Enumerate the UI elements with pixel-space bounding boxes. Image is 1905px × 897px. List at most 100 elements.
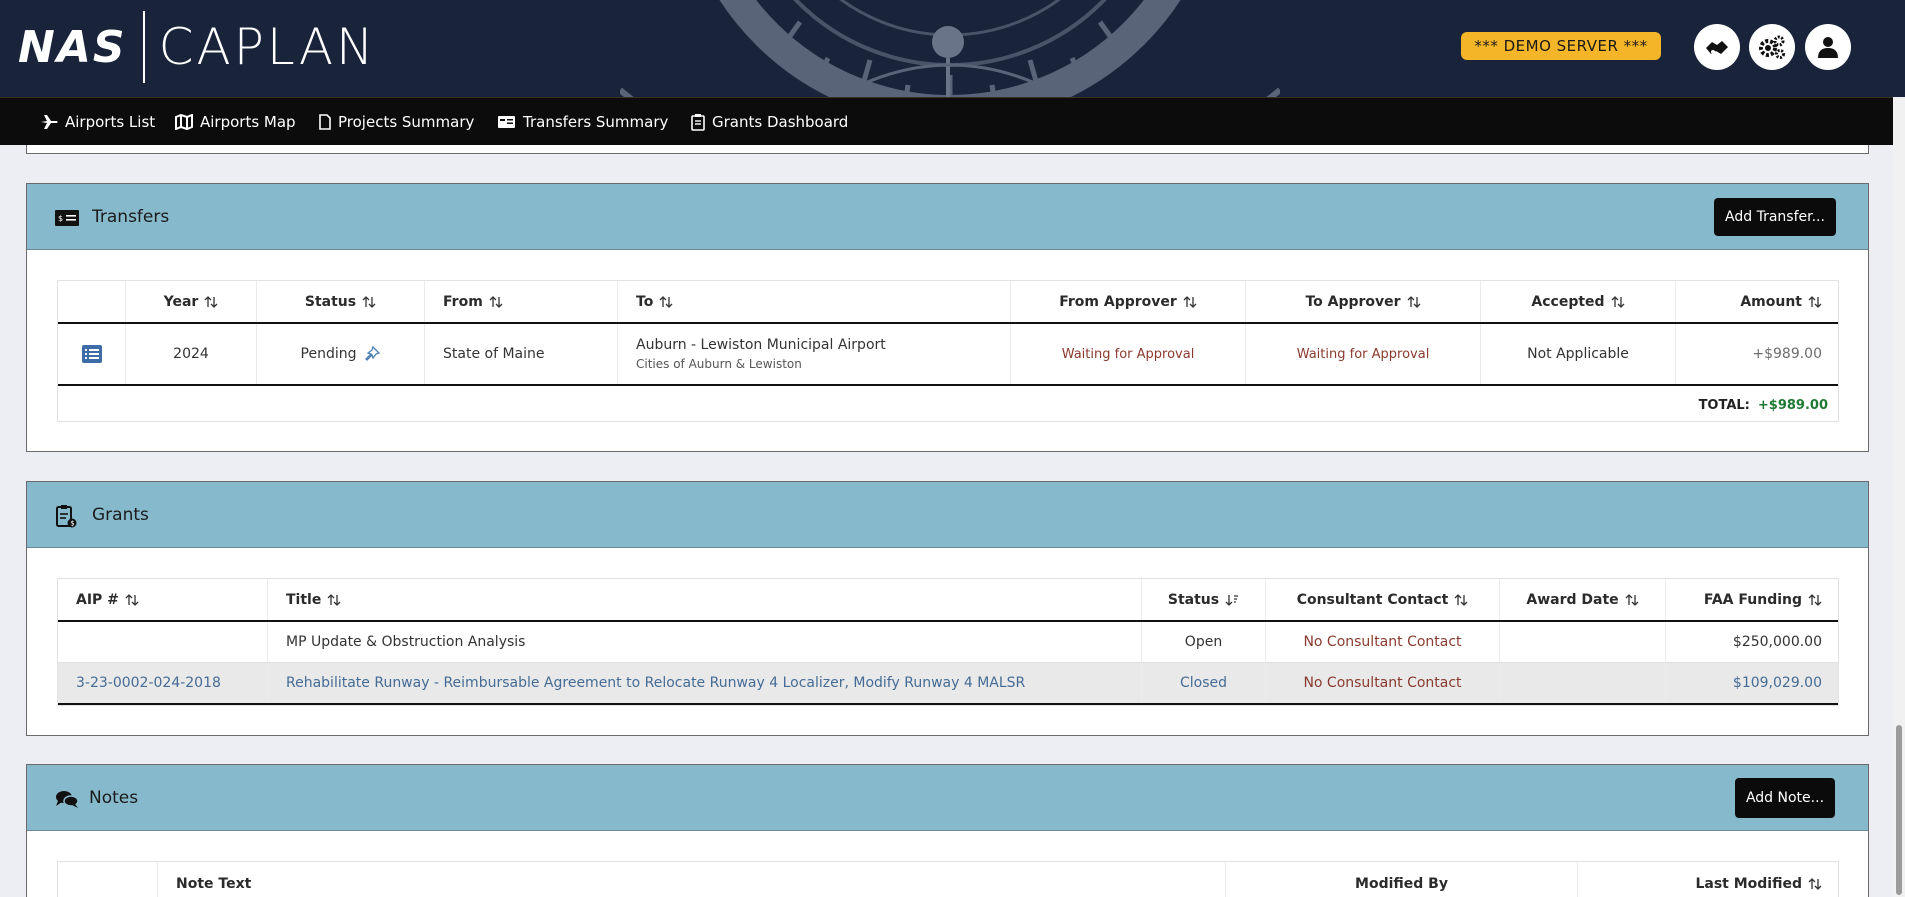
col-to[interactable]: To: [618, 281, 1011, 322]
cell-consultant: No Consultant Contact: [1266, 663, 1500, 703]
transfer-card-icon: [498, 116, 515, 128]
nav-airports-list[interactable]: Airports List: [40, 98, 155, 146]
col-to-approver-label: To Approver: [1305, 293, 1401, 310]
logo-divider: [142, 11, 145, 83]
col-status[interactable]: Status: [257, 281, 425, 322]
col-from-label: From: [443, 293, 483, 310]
svg-text:$: $: [58, 214, 63, 223]
user-icon: [1818, 37, 1838, 58]
col-amount-label: Amount: [1740, 293, 1802, 310]
transfers-table: Year Status From To From Approver To App…: [57, 280, 1839, 422]
notes-table: Note Text Modified By Last Modified: [57, 861, 1839, 897]
col-last-modified-label: Last Modified: [1695, 876, 1802, 892]
col-faa-funding[interactable]: FAA Funding: [1666, 579, 1840, 620]
cell-title-link[interactable]: Rehabilitate Runway - Reimbursable Agree…: [268, 663, 1142, 703]
col-grant-status[interactable]: Status: [1142, 579, 1266, 620]
col-last-modified[interactable]: Last Modified: [1578, 862, 1840, 897]
col-award-date[interactable]: Award Date: [1500, 579, 1666, 620]
logo-nas-text: NAS: [18, 21, 127, 73]
col-to-label: To: [636, 293, 654, 310]
sort-icon: [1808, 878, 1822, 890]
col-consultant-label: Consultant Contact: [1296, 591, 1449, 608]
col-amount[interactable]: Amount: [1676, 281, 1840, 322]
col-from-approver[interactable]: From Approver: [1011, 281, 1246, 322]
cell-title: MP Update & Obstruction Analysis: [268, 622, 1142, 662]
to-sponsor-name: Cities of Auburn & Lewiston: [636, 357, 802, 371]
cell-aip: [58, 622, 268, 662]
map-icon: [175, 114, 193, 130]
nav-label: Grants Dashboard: [712, 113, 849, 131]
nav-airports-map[interactable]: Airports Map: [175, 98, 296, 146]
pin-icon[interactable]: [364, 346, 381, 362]
col-aip[interactable]: AIP #: [58, 579, 268, 620]
page-scrollbar[interactable]: [1893, 97, 1905, 897]
status-text: Pending: [300, 346, 357, 362]
previous-panel-edge: [26, 145, 1869, 154]
cell-consultant: No Consultant Contact: [1266, 622, 1500, 662]
comments-icon: [56, 791, 79, 808]
cell-aip-link[interactable]: 3-23-0002-024-2018: [58, 663, 268, 703]
table-row[interactable]: MP Update & Obstruction Analysis Open No…: [58, 622, 1838, 663]
total-label: TOTAL:: [1698, 398, 1750, 413]
sort-icon: [1454, 593, 1468, 606]
nav-label: Transfers Summary: [523, 113, 669, 131]
airplane-icon: [41, 115, 58, 129]
col-modified-by-label: Modified By: [1355, 876, 1448, 892]
sort-icon: [1808, 593, 1822, 606]
sort-desc-icon: [1225, 594, 1239, 606]
cell-to-approver: Waiting for Approval: [1246, 324, 1481, 384]
col-grant-status-label: Status: [1167, 591, 1220, 608]
notes-panel-header: Notes Add Note...: [27, 765, 1868, 831]
sort-icon: [1625, 593, 1639, 606]
handshake-icon: [1706, 41, 1728, 54]
sort-icon: [1183, 295, 1197, 308]
cell-status: Closed: [1142, 663, 1266, 703]
nav-label: Projects Summary: [338, 113, 475, 131]
col-year[interactable]: Year: [126, 281, 257, 322]
col-accepted[interactable]: Accepted: [1481, 281, 1676, 322]
col-title-label: Title: [286, 591, 322, 608]
gears-icon: [1759, 35, 1785, 59]
cell-award-date: [1500, 663, 1666, 703]
scrollbar-thumb[interactable]: [1896, 725, 1902, 895]
add-transfer-button[interactable]: Add Transfer...: [1714, 198, 1836, 236]
transfers-title: Transfers: [92, 207, 170, 227]
col-actions: [58, 281, 126, 322]
sort-icon: [125, 593, 139, 606]
table-row[interactable]: 2024 Pending State of Maine Auburn - Lew…: [58, 324, 1838, 386]
row-details-cell: [58, 324, 126, 384]
table-row[interactable]: 3-23-0002-024-2018 Rehabilitate Runway -…: [58, 663, 1838, 705]
nav-transfers-summary[interactable]: Transfers Summary: [497, 98, 668, 146]
add-note-button[interactable]: Add Note...: [1735, 778, 1835, 818]
col-modified-by: Modified By: [1226, 862, 1578, 897]
nav-label: Airports Map: [200, 113, 296, 131]
sort-icon: [204, 295, 218, 308]
user-account-button[interactable]: [1805, 24, 1851, 70]
grants-table: AIP # Title Status Consultant Contact Aw…: [57, 578, 1839, 706]
settings-button[interactable]: [1749, 24, 1795, 70]
col-faa-funding-label: FAA Funding: [1703, 591, 1802, 608]
sort-icon: [327, 593, 341, 606]
cell-from-approver: Waiting for Approval: [1011, 324, 1246, 384]
nav-grants-dashboard[interactable]: Grants Dashboard: [691, 98, 848, 146]
app-header: NAS CAPLAN *** DEMO SERVER ***: [0, 0, 1905, 97]
nav-projects-summary[interactable]: Projects Summary: [319, 98, 474, 146]
col-consultant[interactable]: Consultant Contact: [1266, 579, 1500, 620]
cell-award-date: [1500, 622, 1666, 662]
cell-status: Pending: [257, 324, 425, 384]
sort-icon: [1407, 295, 1421, 308]
transfers-panel: $ Transfers Add Transfer... Year Status …: [26, 183, 1869, 452]
sort-icon: [1611, 295, 1625, 308]
list-details-icon[interactable]: [81, 345, 102, 363]
col-accepted-label: Accepted: [1531, 293, 1605, 310]
col-to-approver[interactable]: To Approver: [1246, 281, 1481, 322]
col-aip-label: AIP #: [76, 591, 119, 608]
money-transfer-icon: $: [55, 210, 79, 226]
col-title[interactable]: Title: [268, 579, 1142, 620]
col-from[interactable]: From: [425, 281, 618, 322]
transfer-handshake-button[interactable]: [1694, 24, 1740, 70]
cell-amount: +$989.00: [1752, 346, 1822, 362]
app-logo[interactable]: NAS CAPLAN: [18, 11, 376, 83]
grants-table-header: AIP # Title Status Consultant Contact Aw…: [58, 579, 1838, 622]
col-award-date-label: Award Date: [1526, 591, 1619, 608]
